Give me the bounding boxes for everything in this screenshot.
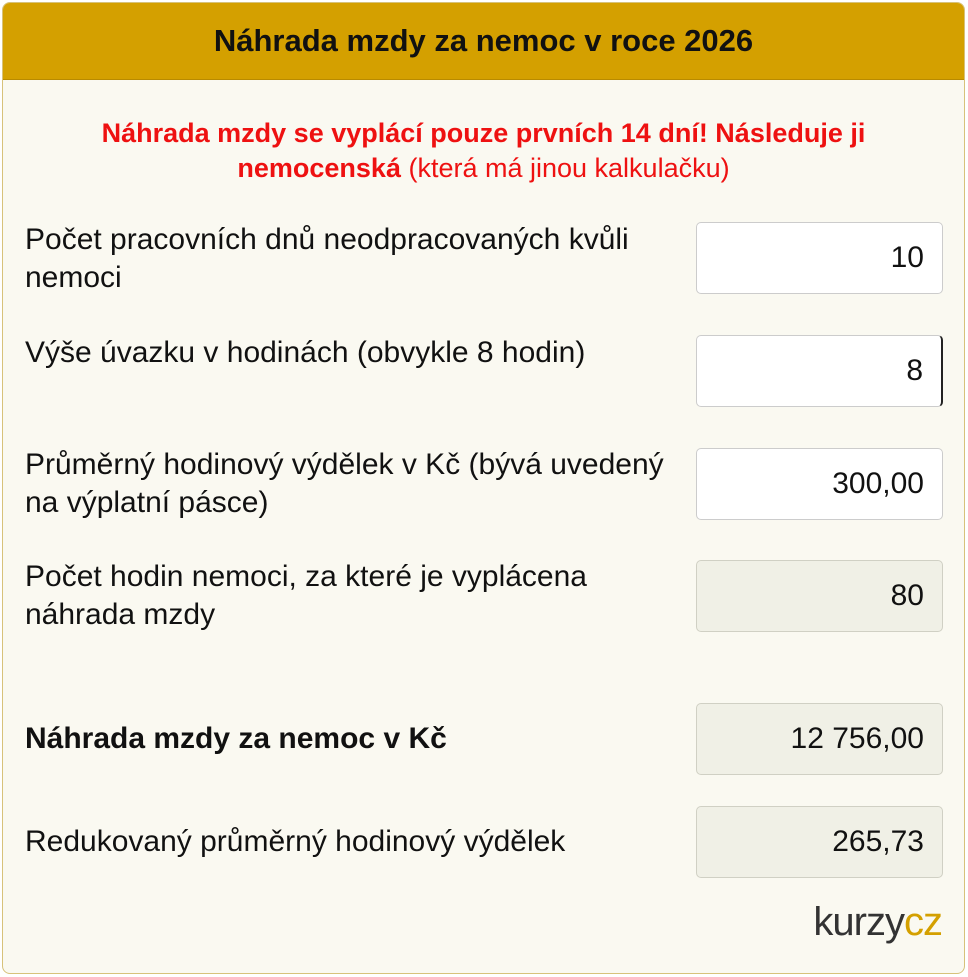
sick-days-input[interactable]: 10	[696, 222, 943, 294]
kurzy-cz-logo[interactable]: kurzycz	[813, 900, 943, 945]
work-hours-label: Výše úvazku v hodinách (obvykle 8 hodin)	[25, 336, 586, 369]
warning-message: Náhrada mzdy se vyplácí pouze prvních 14…	[23, 116, 944, 186]
calculator-title: Náhrada mzdy za nemoc v roce 2026	[3, 3, 964, 80]
hourly-earnings-input[interactable]: 300,00	[696, 448, 943, 520]
warning-note-text: (která má jinou kalkulačku)	[400, 153, 730, 183]
compensation-output: 12 756,00	[696, 703, 943, 775]
compensation-label: Náhrada mzdy za nemoc v Kč	[25, 722, 447, 755]
reduced-earnings-output: 265,73	[696, 806, 943, 878]
calculator-panel: Náhrada mzdy za nemoc v roce 2026 Náhrad…	[2, 2, 965, 974]
sick-days-label: Počet pracovních dnů neodpracovaných kvů…	[25, 223, 629, 294]
hourly-earnings-label: Průměrný hodinový výdělek v Kč (bývá uve…	[25, 448, 664, 519]
logo-part-kurzy: kurzy	[813, 900, 905, 944]
logo-part-cz: cz	[904, 900, 943, 944]
sick-hours-label: Počet hodin nemoci, za které je vyplácen…	[25, 560, 587, 631]
sick-hours-output: 80	[696, 560, 943, 632]
work-hours-input[interactable]: 8	[696, 335, 943, 407]
reduced-earnings-label: Redukovaný průměrný hodinový výdělek	[25, 825, 566, 858]
